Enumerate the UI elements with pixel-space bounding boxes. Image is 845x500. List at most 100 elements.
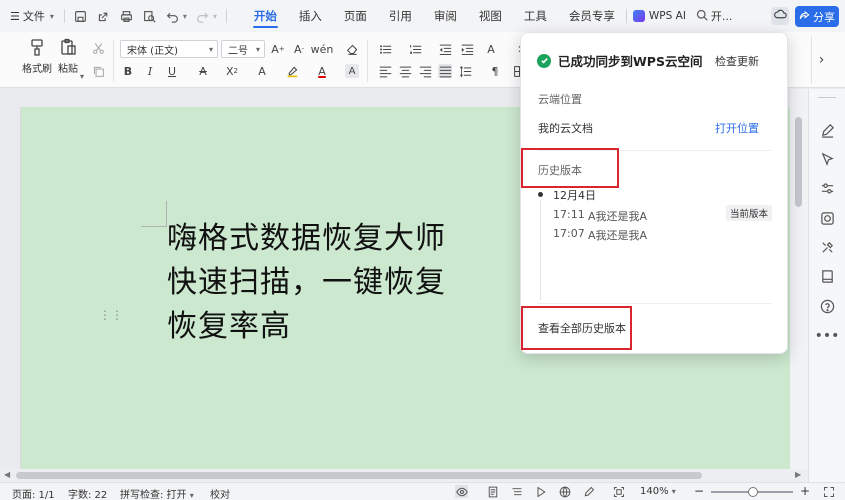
sliders-icon[interactable] [818, 179, 836, 197]
proofread-button[interactable]: 校对 [210, 486, 230, 500]
chinese-layout-icon[interactable]: A [484, 42, 498, 56]
line-spacing-icon[interactable] [458, 64, 472, 78]
export-icon[interactable] [97, 9, 111, 23]
version-description[interactable]: A我还是我A [588, 227, 647, 243]
redo-icon[interactable] [196, 9, 210, 23]
decrease-font-icon[interactable]: A- [292, 42, 306, 56]
wps-ai-button[interactable]: WPS AI [632, 10, 686, 22]
version-time[interactable]: 17:07 [553, 227, 585, 240]
superscript-icon[interactable]: X2 [225, 64, 239, 78]
tab-review[interactable]: 审阅 [423, 0, 468, 32]
numbered-list-icon[interactable] [408, 42, 422, 56]
scrollbar-thumb[interactable] [16, 472, 702, 479]
document-line[interactable]: 恢复率高 [167, 301, 291, 345]
font-size-select[interactable]: 二号 ▾ [221, 40, 265, 58]
play-icon[interactable] [534, 485, 547, 498]
spell-check-label: 拼写检查: 打开 [120, 490, 187, 500]
scroll-left-icon[interactable]: ◀ [4, 470, 10, 479]
align-right-icon[interactable] [418, 64, 432, 78]
version-time[interactable]: 17:11 [553, 208, 585, 221]
justify-icon[interactable] [438, 64, 452, 78]
zoom-level[interactable]: 140% ▾ [640, 486, 676, 497]
zoom-in-icon[interactable]: + [800, 484, 810, 498]
underline-icon[interactable]: U [165, 64, 179, 78]
check-circle-icon [537, 53, 551, 68]
cut-icon[interactable] [91, 41, 105, 55]
copy-icon[interactable] [91, 64, 105, 78]
page-view-icon[interactable] [486, 485, 499, 498]
bold-icon[interactable]: B [121, 64, 135, 78]
tab-member[interactable]: 会员专享 [558, 0, 626, 32]
phonetic-icon[interactable]: wén [311, 42, 334, 56]
undo-icon[interactable] [166, 9, 180, 23]
word-count[interactable]: 字数: 22 [68, 486, 107, 500]
fullscreen-icon[interactable] [822, 485, 835, 498]
more-icon[interactable]: ••• [815, 327, 840, 345]
decrease-indent-icon[interactable] [438, 42, 452, 56]
check-update-button[interactable]: 检查更新 [715, 53, 759, 69]
scrollbar-thumb[interactable] [795, 117, 802, 207]
paragraph-icon[interactable]: ¶ [488, 64, 502, 78]
chevron-down-icon[interactable]: ▾ [80, 72, 84, 81]
wps-ai-label: WPS AI [648, 10, 686, 22]
character-shading-icon[interactable]: A [345, 64, 359, 78]
horizontal-scrollbar[interactable]: ◀ ▶ [0, 469, 808, 482]
drag-handle-icon[interactable]: ⋮⋮ [99, 308, 123, 322]
search-button[interactable]: 开... [696, 8, 732, 24]
strikethrough-icon[interactable]: A [196, 64, 210, 78]
clear-format-icon[interactable] [345, 42, 359, 56]
chevron-down-icon[interactable]: ▾ [183, 12, 187, 21]
tab-tools[interactable]: 工具 [513, 0, 558, 32]
cloud-sync-button[interactable] [771, 7, 789, 25]
font-name-select[interactable]: 宋体 (正文) ▾ [120, 40, 218, 58]
print-icon[interactable] [120, 9, 134, 23]
increase-font-icon[interactable]: A + [271, 42, 285, 56]
print-preview-icon[interactable] [143, 9, 157, 23]
tab-page[interactable]: 页面 [333, 0, 378, 32]
highlight-icon[interactable] [285, 64, 299, 78]
text-effect-icon[interactable]: A [255, 64, 269, 78]
image-edit-icon[interactable] [818, 209, 836, 227]
pen-icon[interactable] [818, 121, 836, 139]
align-left-icon[interactable] [378, 64, 392, 78]
format-painter-label: 格式刷 [22, 64, 52, 75]
help-icon[interactable] [818, 297, 836, 315]
paste-button[interactable]: 粘贴 [58, 38, 78, 75]
hamburger-icon: ☰ [10, 9, 20, 23]
share-button[interactable]: 分享 [795, 6, 839, 27]
document-line[interactable]: 嗨格式数据恢复大师 [167, 213, 446, 257]
vertical-scrollbar[interactable] [790, 89, 808, 469]
format-painter-button[interactable]: 格式刷 [22, 38, 52, 75]
select-cursor-icon[interactable] [818, 150, 836, 168]
spell-check-status[interactable]: 拼写检查: 打开 ▾ [120, 486, 194, 500]
tools-icon[interactable] [818, 238, 836, 256]
document-line[interactable]: 快速扫描，一键恢复 [167, 257, 446, 301]
zoom-slider-knob[interactable] [748, 487, 758, 497]
chevron-down-icon[interactable]: ▾ [213, 12, 217, 21]
increase-indent-icon[interactable] [460, 42, 474, 56]
italic-icon[interactable]: I [143, 64, 157, 78]
save-icon[interactable] [74, 9, 88, 23]
outline-view-icon[interactable] [510, 485, 523, 498]
bullet-list-icon[interactable] [378, 42, 392, 56]
align-center-icon[interactable] [398, 64, 412, 78]
status-bar: 页面: 1/1 字数: 22 拼写检查: 打开 ▾ 校对 140% ▾ − + [0, 482, 845, 500]
write-view-icon[interactable] [582, 485, 595, 498]
web-view-icon[interactable] [558, 485, 571, 498]
zoom-out-icon[interactable]: − [694, 484, 704, 498]
share-label: 分享 [813, 10, 835, 24]
tab-view[interactable]: 视图 [468, 0, 513, 32]
eye-protection-icon[interactable] [455, 485, 468, 498]
ribbon-scroll-right[interactable]: › [811, 36, 831, 84]
tab-home[interactable]: 开始 [243, 0, 288, 32]
version-description[interactable]: A我还是我A [588, 208, 647, 224]
scroll-right-icon[interactable]: ▶ [795, 470, 801, 479]
tab-insert[interactable]: 插入 [288, 0, 333, 32]
book-icon[interactable] [818, 267, 836, 285]
page-count[interactable]: 页面: 1/1 [12, 486, 55, 500]
fit-page-icon[interactable] [612, 485, 625, 498]
font-color-icon[interactable]: A [315, 64, 329, 78]
file-menu[interactable]: ☰ 文件 ▾ [10, 8, 54, 24]
open-location-link[interactable]: 打开位置 [715, 120, 759, 136]
tab-references[interactable]: 引用 [378, 0, 423, 32]
